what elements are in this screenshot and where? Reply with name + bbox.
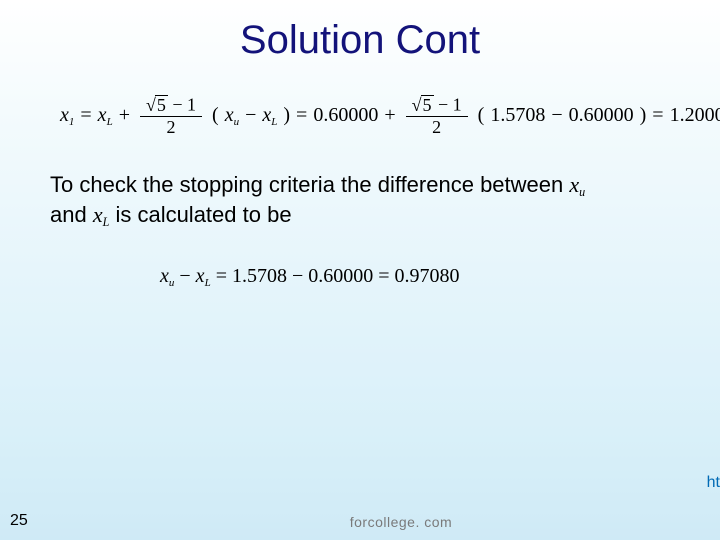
eq2-equals-2: = bbox=[378, 265, 394, 287]
close-paren: ) bbox=[283, 104, 290, 127]
radical-icon-2: 5 bbox=[412, 95, 434, 115]
plus-sign: + bbox=[119, 104, 130, 127]
radicand-5: 5 bbox=[155, 95, 168, 115]
plus-sign-2: + bbox=[384, 104, 395, 127]
equation-2: xu − xL = 1.5708 − 0.60000 = 0.97080 bbox=[160, 265, 720, 289]
minus-sign-2: − bbox=[551, 104, 562, 127]
page-number: 25 bbox=[10, 512, 28, 530]
body-text-3: is calculated to be bbox=[115, 202, 291, 227]
footer-text: forcollege. com bbox=[350, 514, 452, 530]
sub-L: L bbox=[107, 116, 113, 128]
eq2-xu: x bbox=[160, 265, 169, 287]
body-text-1: To check the stopping criteria the diffe… bbox=[50, 172, 569, 197]
body-paragraph: To check the stopping criteria the diffe… bbox=[50, 171, 670, 231]
value-xL: 0.60000 bbox=[313, 104, 378, 127]
minus-one: − 1 bbox=[168, 95, 196, 115]
radicand-5-b: 5 bbox=[421, 95, 434, 115]
open-paren: ( bbox=[212, 104, 219, 127]
sub-L-2: L bbox=[271, 116, 277, 128]
minus-one-b: − 1 bbox=[434, 95, 462, 115]
var-xu: x bbox=[225, 104, 234, 126]
eq2-minus: − bbox=[179, 265, 195, 287]
inline-xL: xL bbox=[93, 202, 110, 227]
eq2-equals: = bbox=[216, 265, 232, 287]
edge-link-fragment: ht bbox=[707, 474, 720, 492]
minus-sign: − bbox=[245, 104, 256, 127]
eq2-xL: x bbox=[196, 265, 205, 287]
fraction-1: 5 − 1 2 bbox=[140, 95, 202, 137]
eq2-result: 0.97080 bbox=[395, 265, 460, 287]
page-title: Solution Cont bbox=[0, 0, 720, 63]
eq2-minus-2: − bbox=[292, 265, 308, 287]
denominator-2: 2 bbox=[166, 117, 175, 137]
open-paren-2: ( bbox=[478, 104, 485, 127]
equals-sign-2: = bbox=[296, 104, 307, 127]
close-paren-2: ) bbox=[640, 104, 647, 127]
value-xu: 1.5708 bbox=[490, 104, 545, 127]
eq2-sub-L: L bbox=[205, 277, 211, 289]
denominator-2-b: 2 bbox=[432, 117, 441, 137]
equation-1: x1 = xL + 5 − 1 2 ( xu − xL ) = 0.60000 … bbox=[60, 95, 720, 137]
inline-xu: xu bbox=[569, 172, 585, 197]
sub-1: 1 bbox=[69, 116, 75, 128]
body-text-2: and bbox=[50, 202, 93, 227]
var-xL-2: x bbox=[262, 104, 271, 126]
eq2-v1: 1.5708 bbox=[232, 265, 287, 287]
sub-u: u bbox=[234, 116, 240, 128]
result-x1: 1.2000 bbox=[670, 104, 720, 127]
equals-sign-3: = bbox=[652, 104, 663, 127]
fraction-2: 5 − 1 2 bbox=[406, 95, 468, 137]
equals-sign: = bbox=[80, 104, 91, 127]
var-xL: x bbox=[98, 104, 107, 126]
var-x1: x bbox=[60, 104, 69, 126]
value-xL-2: 0.60000 bbox=[569, 104, 634, 127]
radical-icon: 5 bbox=[146, 95, 168, 115]
eq2-v2: 0.60000 bbox=[308, 265, 373, 287]
eq2-sub-u: u bbox=[169, 277, 175, 289]
